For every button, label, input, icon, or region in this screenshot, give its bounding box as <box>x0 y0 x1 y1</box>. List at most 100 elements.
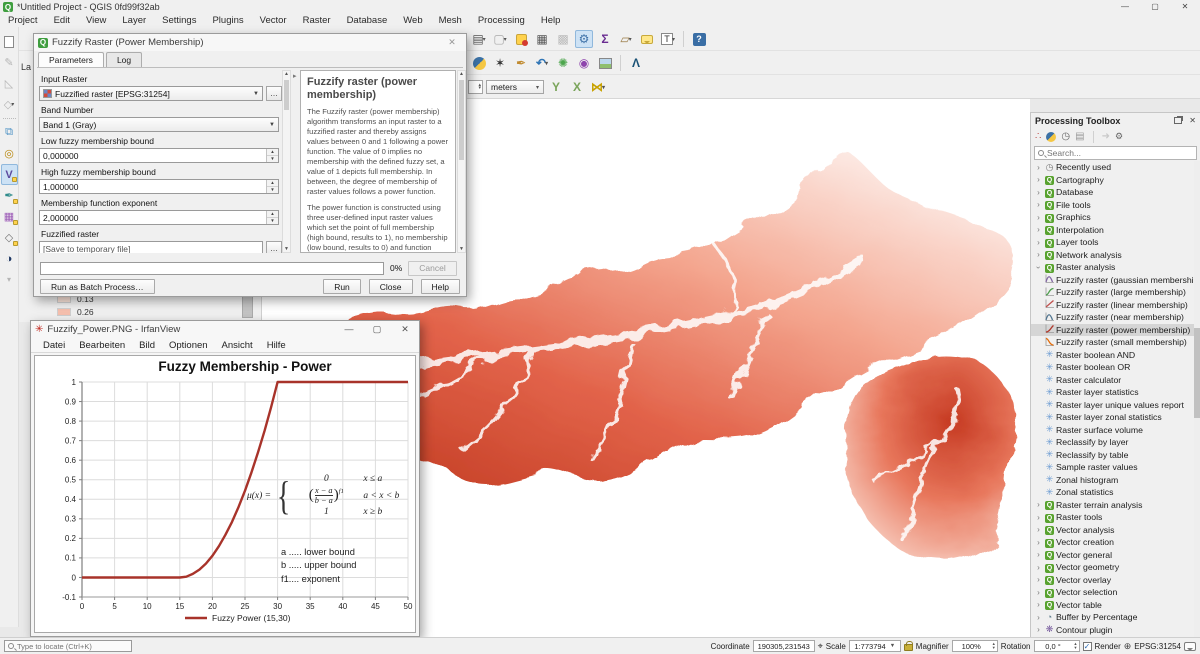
toolbox-item-contour-plugin[interactable]: ›❋Contour plugin <box>1031 624 1194 637</box>
toolbox-item-raster-boolean-and[interactable]: ✳Raster boolean AND <box>1031 349 1194 362</box>
toolbox-item-file-tools[interactable]: ›QFile tools <box>1031 199 1194 212</box>
menu-item-web[interactable]: Web <box>395 15 430 26</box>
chevron-right-icon[interactable]: › <box>1034 575 1043 584</box>
chevron-right-icon[interactable]: › <box>1034 550 1043 559</box>
snapping-intersection-icon[interactable]: ⋈▾ <box>589 78 607 96</box>
low-bound-stepper[interactable]: 0,000000 ▲▼ <box>39 148 279 163</box>
iv-close-button[interactable]: ✕ <box>391 321 419 338</box>
toolbox-item-reclassify-by-table[interactable]: ✳Reclassify by table <box>1031 449 1194 462</box>
style-manager-icon[interactable]: ◑ <box>1 248 18 269</box>
stepper-arrows-icon[interactable]: ▲▼ <box>266 149 278 162</box>
toolbox-item-fuzzify-raster-linear-membership[interactable]: Fuzzify raster (linear membership) <box>1031 299 1194 312</box>
toolbox-item-vector-creation[interactable]: ›QVector creation <box>1031 536 1194 549</box>
iv-menu-item-datei[interactable]: Datei <box>36 340 72 351</box>
coordinate-value[interactable]: 190305,231543 <box>753 640 815 652</box>
rotation-stepper[interactable]: 0,0 °▲▼ <box>1034 640 1080 652</box>
menu-item-layer[interactable]: Layer <box>114 15 154 26</box>
toolbox-item-fuzzify-raster-power-membership[interactable]: Fuzzify raster (power membership) <box>1031 324 1194 337</box>
parameters-scrollbar[interactable]: ▲ ▼ <box>282 70 291 253</box>
input-raster-browse-button[interactable]: … <box>266 86 282 101</box>
high-bound-stepper[interactable]: 1,000000 ▲▼ <box>39 179 279 194</box>
toolbox-item-recently-used[interactable]: ›◷Recently used <box>1031 161 1194 174</box>
chevron-right-icon[interactable]: › <box>1034 238 1043 247</box>
chevron-down-icon[interactable]: › <box>1034 263 1043 272</box>
new-geopackage-layer-icon[interactable]: ✒ <box>1 185 18 206</box>
plugin-purple-icon[interactable]: ◉ <box>575 54 593 72</box>
stepper-arrows-icon[interactable]: ▲▼ <box>266 180 278 193</box>
chevron-right-icon[interactable]: › <box>1034 625 1043 634</box>
chevron-right-icon[interactable]: › <box>1034 188 1043 197</box>
extents-icon[interactable]: ⌖ <box>818 641 823 652</box>
toolbox-item-zonal-histogram[interactable]: ✳Zonal histogram <box>1031 474 1194 487</box>
menu-item-processing[interactable]: Processing <box>470 15 533 26</box>
toolbox-item-fuzzify-raster-large-membership[interactable]: Fuzzify raster (large membership) <box>1031 286 1194 299</box>
iv-menu-item-bearbeiten[interactable]: Bearbeiten <box>72 340 132 351</box>
bookmark-icon[interactable] <box>512 30 530 48</box>
chevron-right-icon[interactable]: › <box>1034 600 1043 609</box>
add-raster-layer-icon[interactable]: ◎ <box>1 143 18 164</box>
chevron-right-icon[interactable]: › <box>1034 213 1043 222</box>
snapping-x-icon[interactable]: X <box>568 78 586 96</box>
toolbox-item-zonal-statistics[interactable]: ✳Zonal statistics <box>1031 486 1194 499</box>
crs-value[interactable]: EPSG:31254 <box>1134 642 1181 651</box>
snapping-tolerance-stepper[interactable]: ▴▾ <box>468 80 483 94</box>
messages-icon[interactable] <box>1184 642 1196 651</box>
toolbox-item-raster-surface-volume[interactable]: ✳Raster surface volume <box>1031 424 1194 437</box>
toolbox-item-raster-layer-unique-values-report[interactable]: ✳Raster layer unique values report <box>1031 399 1194 412</box>
layer-style-icon[interactable]: ▢▾ <box>491 30 509 48</box>
toolbox-item-interpolation[interactable]: ›QInterpolation <box>1031 224 1194 237</box>
toolbox-item-layer-tools[interactable]: ›QLayer tools <box>1031 236 1194 249</box>
close-panel-icon[interactable]: ✕ <box>1189 116 1196 125</box>
toolbox-item-raster-layer-zonal-statistics[interactable]: ✳Raster layer zonal statistics <box>1031 411 1194 424</box>
menu-item-database[interactable]: Database <box>339 15 396 26</box>
locate-box[interactable] <box>4 640 132 652</box>
georeferencer-icon[interactable] <box>596 54 614 72</box>
node-tool-icon[interactable]: ◇▾ <box>1 94 18 115</box>
render-checkbox[interactable]: ✓ <box>1083 642 1092 651</box>
iv-menu-item-hilfe[interactable]: Hilfe <box>260 340 293 351</box>
run-button[interactable]: Run <box>323 279 361 294</box>
menu-item-help[interactable]: Help <box>533 15 569 26</box>
float-panel-icon[interactable] <box>1174 117 1182 124</box>
chevron-right-icon[interactable]: › <box>1034 538 1043 547</box>
exponent-stepper[interactable]: 2,000000 ▲▼ <box>39 210 279 225</box>
chevron-right-icon[interactable]: › <box>1034 588 1043 597</box>
processing-toolbox-icon[interactable]: ⚙ <box>575 30 593 48</box>
scroll-up-icon[interactable]: ▲ <box>283 71 290 77</box>
field-calculator-icon[interactable]: ▩ <box>554 30 572 48</box>
toolbox-item-graphics[interactable]: ›QGraphics <box>1031 211 1194 224</box>
output-file-field[interactable]: [Save to temporary file] <box>39 241 263 253</box>
results-viewer-icon[interactable]: ▤ <box>1075 131 1084 142</box>
band-number-select[interactable]: Band 1 (Gray) ▼ <box>39 117 279 132</box>
toolbox-item-cartography[interactable]: ›QCartography <box>1031 174 1194 187</box>
toolbox-item-fuzzify-raster-small-membership[interactable]: Fuzzify raster (small membership) <box>1031 336 1194 349</box>
toolbox-item-vector-analysis[interactable]: ›QVector analysis <box>1031 524 1194 537</box>
maximize-button[interactable]: ▢ <box>1140 0 1170 14</box>
toolbox-item-raster-analysis[interactable]: ›QRaster analysis <box>1031 261 1194 274</box>
data-source-manager-icon[interactable]: ⧉ <box>1 122 18 143</box>
menu-item-project[interactable]: Project <box>0 15 46 26</box>
chevron-right-icon[interactable]: › <box>1034 525 1043 534</box>
menu-item-settings[interactable]: Settings <box>154 15 204 26</box>
plugin-green-icon[interactable]: ✺ <box>554 54 572 72</box>
toolbox-item-buffer-by-percentage[interactable]: ›◔Buffer by Percentage <box>1031 611 1194 624</box>
menu-item-vector[interactable]: Vector <box>252 15 295 26</box>
output-browse-button[interactable]: … <box>266 241 282 253</box>
attribute-table-icon[interactable]: ▦ <box>533 30 551 48</box>
scale-select[interactable]: 1:773794▼ <box>849 640 901 652</box>
help-button[interactable]: Help <box>421 279 460 294</box>
help-scrollbar[interactable]: ▲ ▼ <box>457 70 466 253</box>
new-shapefile-layer-icon[interactable]: V <box>1 164 18 185</box>
batch-process-button[interactable]: Run as Batch Process… <box>40 279 155 294</box>
map-tips-icon[interactable] <box>638 30 656 48</box>
statistics-summary-icon[interactable]: Σ <box>596 30 614 48</box>
menu-item-plugins[interactable]: Plugins <box>204 15 251 26</box>
iv-menu-item-ansicht[interactable]: Ansicht <box>215 340 260 351</box>
toolbox-item-vector-geometry[interactable]: ›QVector geometry <box>1031 561 1194 574</box>
toolbox-item-raster-tools[interactable]: ›QRaster tools <box>1031 511 1194 524</box>
chevron-right-icon[interactable]: › <box>1034 500 1043 509</box>
toolbox-item-network-analysis[interactable]: ›QNetwork analysis <box>1031 249 1194 262</box>
lambda-plugin-icon[interactable]: Λ <box>627 54 645 72</box>
toolbox-item-raster-boolean-or[interactable]: ✳Raster boolean OR <box>1031 361 1194 374</box>
options-icon[interactable]: ⚙ <box>1115 131 1123 142</box>
